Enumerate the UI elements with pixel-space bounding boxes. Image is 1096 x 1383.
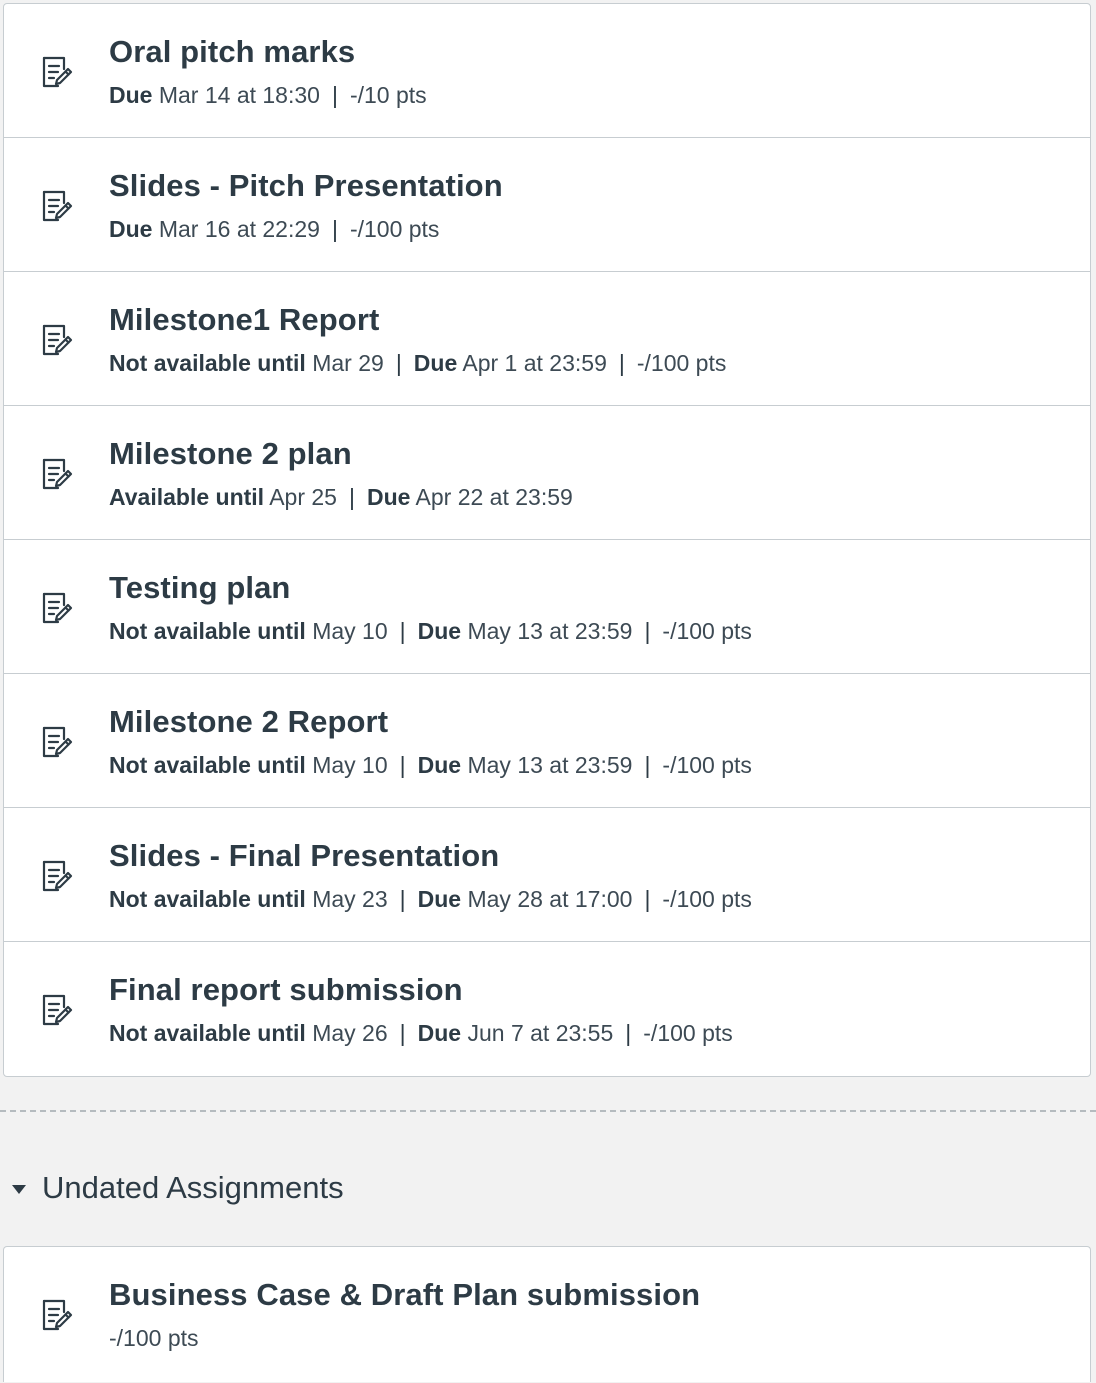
assignment-title-link[interactable]: Testing plan <box>109 570 290 606</box>
meta-value: Apr 25 <box>269 484 337 510</box>
meta-label: Due <box>109 82 153 108</box>
meta-value: Mar 14 at 18:30 <box>158 82 320 108</box>
assignment-row[interactable]: Oral pitch marks Due Mar 14 at 18:30 | -/10… <box>4 4 1090 138</box>
meta-value: -/100 pts <box>662 618 752 644</box>
assignment-icon <box>40 55 74 89</box>
assignment-icon <box>40 1298 74 1332</box>
assignment-title-link[interactable]: Milestone 2 plan <box>109 436 352 472</box>
meta-separator: | <box>618 350 625 376</box>
meta-value: May 10 <box>312 618 388 644</box>
meta-label: Due <box>417 886 462 912</box>
assignment-meta: Not available until Mar 29 | Due Apr 1 at … <box>109 350 726 377</box>
assignment-icon <box>40 457 74 491</box>
meta-separator: | <box>644 618 651 644</box>
assignment-meta: Available until Apr 25 | Due Apr 22 at 23:… <box>109 484 573 511</box>
assignment-icon <box>40 859 74 893</box>
group-title: Undated Assignments <box>42 1170 344 1205</box>
assignment-icon <box>40 189 74 223</box>
assignment-meta: Not available until May 23 | Due May 28 at… <box>109 886 752 913</box>
assignment-icon <box>40 993 74 1027</box>
meta-label: Not available until <box>109 886 306 912</box>
meta-value: Jun 7 at 23:55 <box>467 1020 614 1046</box>
meta-value: May 10 <box>312 752 388 778</box>
meta-separator: | <box>644 752 651 778</box>
dated-assignments-list: Oral pitch marks Due Mar 14 at 18:30 | -/10… <box>3 3 1091 1077</box>
meta-separator: | <box>399 1020 406 1046</box>
assignment-title-link[interactable]: Milestone1 Report <box>109 302 379 338</box>
assignment-title-link[interactable]: Business Case & Draft Plan submission <box>109 1277 700 1313</box>
assignment-meta: Due Mar 14 at 18:30 | -/10 pts <box>109 82 427 109</box>
meta-value: May 26 <box>312 1020 388 1046</box>
meta-separator: | <box>399 752 406 778</box>
meta-value: May 13 at 23:59 <box>467 618 633 644</box>
meta-label: Due <box>366 484 411 510</box>
meta-label: Due <box>417 752 462 778</box>
meta-separator: | <box>399 618 406 644</box>
meta-value: May 28 at 17:00 <box>467 886 633 912</box>
meta-label: Due <box>417 618 462 644</box>
meta-label: Not available until <box>109 1020 306 1046</box>
meta-label: Due <box>417 1020 462 1046</box>
meta-label: Available until <box>109 484 265 510</box>
assignment-meta: Not available until May 26 | Due Jun 7 at … <box>109 1020 733 1047</box>
meta-value: Apr 22 at 23:59 <box>415 484 573 510</box>
meta-value: -/100 pts <box>109 1325 199 1351</box>
assignment-meta: Due Mar 16 at 22:29 | -/100 pts <box>109 216 439 243</box>
assignment-icon <box>40 591 74 625</box>
meta-label: Due <box>109 216 153 242</box>
meta-separator: | <box>399 886 406 912</box>
assignment-meta: Not available until May 10 | Due May 13 at… <box>109 618 752 645</box>
assignment-icon <box>40 323 74 357</box>
meta-label: Due <box>413 350 458 376</box>
undated-assignments-list: Business Case & Draft Plan submission -/1… <box>3 1246 1091 1382</box>
meta-value: -/10 pts <box>349 82 427 108</box>
assignment-meta: -/100 pts <box>109 1325 199 1352</box>
meta-value: Apr 1 at 23:59 <box>462 350 607 376</box>
assignment-row[interactable]: Slides - Final Presentation Not available… <box>4 808 1090 942</box>
section-divider <box>0 1110 1096 1112</box>
assignment-row[interactable]: Business Case & Draft Plan submission -/1… <box>4 1247 1090 1383</box>
assignment-title-link[interactable]: Oral pitch marks <box>109 34 355 70</box>
meta-value: -/100 pts <box>643 1020 733 1046</box>
assignment-row[interactable]: Testing plan Not available until May 10 | D… <box>4 540 1090 674</box>
meta-value: -/100 pts <box>662 886 752 912</box>
assignment-title-link[interactable]: Slides - Final Presentation <box>109 838 499 874</box>
meta-value: May 23 <box>312 886 388 912</box>
assignment-title-link[interactable]: Milestone 2 Report <box>109 704 388 740</box>
assignment-row[interactable]: Milestone 2 Report Not available until Ma… <box>4 674 1090 808</box>
meta-label: Not available until <box>109 350 306 376</box>
meta-value: Mar 16 at 22:29 <box>158 216 320 242</box>
meta-value: May 13 at 23:59 <box>467 752 633 778</box>
assignment-row[interactable]: Slides - Pitch Presentation Due Mar 16 at… <box>4 138 1090 272</box>
meta-separator: | <box>625 1020 632 1046</box>
meta-value: -/100 pts <box>349 216 440 242</box>
assignment-title-link[interactable]: Final report submission <box>109 972 463 1008</box>
meta-value: -/100 pts <box>636 350 727 376</box>
assignment-row[interactable]: Milestone1 Report Not available until Mar… <box>4 272 1090 406</box>
meta-separator: | <box>395 350 402 376</box>
meta-separator: | <box>644 886 651 912</box>
meta-value: -/100 pts <box>662 752 752 778</box>
assignment-icon <box>40 725 74 759</box>
assignment-meta: Not available until May 10 | Due May 13 at… <box>109 752 752 779</box>
meta-separator: | <box>331 216 338 242</box>
undated-assignments-toggle[interactable]: Undated Assignments <box>12 1166 344 1210</box>
assignment-title-link[interactable]: Slides - Pitch Presentation <box>109 168 503 204</box>
meta-separator: | <box>331 82 338 108</box>
meta-separator: | <box>348 484 355 510</box>
meta-value: Mar 29 <box>312 350 384 376</box>
assignment-row[interactable]: Milestone 2 plan Available until Apr 25 | D… <box>4 406 1090 540</box>
caret-down-icon <box>12 1184 26 1194</box>
assignment-row[interactable]: Final report submission Not available unt… <box>4 942 1090 1076</box>
meta-label: Not available until <box>109 618 306 644</box>
meta-label: Not available until <box>109 752 306 778</box>
